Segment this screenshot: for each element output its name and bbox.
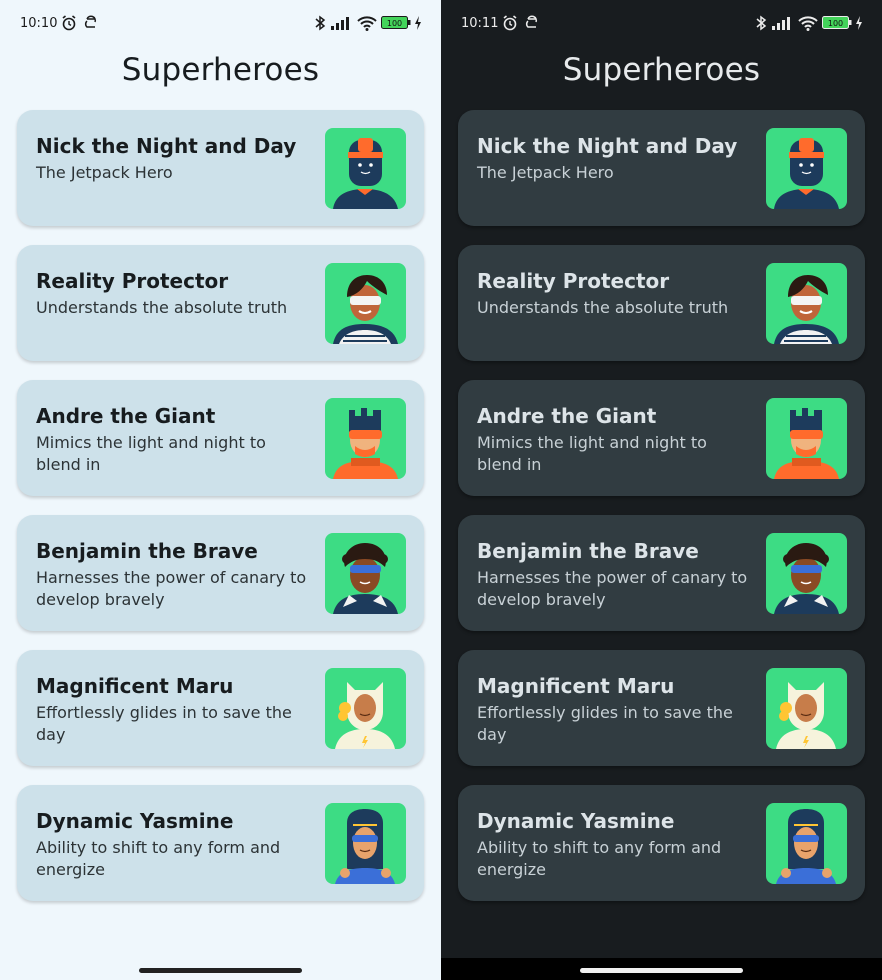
hero-name: Reality Protector	[36, 269, 229, 293]
wifi-icon	[798, 16, 818, 31]
light-theme-screen: 10:10 100 Superheroes Nick the Night and…	[0, 0, 441, 980]
hero-name: Reality Protector	[477, 269, 670, 293]
jetpack-hero-avatar	[325, 128, 406, 209]
status-time: 10:10	[20, 16, 58, 31]
hero-list[interactable]: Nick the Night and Day The Jetpack Hero …	[458, 110, 865, 920]
status-time: 10:11	[461, 16, 499, 31]
reality-protector-avatar	[325, 263, 406, 344]
hero-card[interactable]: Benjamin the Brave Harnesses the power o…	[458, 515, 865, 631]
hero-card[interactable]: Magnificent Maru Effortlessly glides in …	[458, 650, 865, 766]
hero-card[interactable]: Dynamic Yasmine Ability to shift to any …	[458, 785, 865, 901]
hero-card[interactable]: Andre the Giant Mimics the light and nig…	[17, 380, 424, 496]
hero-description: Effortlessly glides in to save the day	[36, 703, 292, 744]
hero-description: The Jetpack Hero	[477, 163, 614, 182]
alarm-icon	[503, 15, 517, 31]
hero-description: Ability to shift to any form and energiz…	[477, 838, 722, 879]
sync-icon	[84, 15, 97, 28]
hero-card[interactable]: Magnificent Maru Effortlessly glides in …	[17, 650, 424, 766]
magnificent-maru-avatar	[766, 668, 847, 749]
hero-card[interactable]: Nick the Night and Day The Jetpack Hero	[17, 110, 424, 226]
gesture-navigation-handle[interactable]	[580, 968, 743, 973]
app-title: Superheroes	[121, 52, 320, 88]
hero-card[interactable]: Andre the Giant Mimics the light and nig…	[458, 380, 865, 496]
app-title: Superheroes	[562, 52, 761, 88]
bluetooth-icon	[756, 15, 767, 31]
alarm-icon	[62, 15, 76, 31]
jetpack-hero-avatar	[766, 128, 847, 209]
dark-theme-screen: 10:11 100 Superheroes Nick the Night and…	[441, 0, 882, 980]
hero-description: Harnesses the power of canary to develop…	[477, 568, 748, 609]
hero-card[interactable]: Nick the Night and Day The Jetpack Hero	[458, 110, 865, 226]
magnificent-maru-avatar	[325, 668, 406, 749]
hero-description: The Jetpack Hero	[36, 163, 173, 182]
svg-text:100: 100	[387, 19, 402, 28]
hero-description: Effortlessly glides in to save the day	[477, 703, 733, 744]
bluetooth-icon	[315, 15, 326, 31]
battery-icon: 100	[381, 16, 411, 29]
hero-card[interactable]: Reality Protector Understands the absolu…	[17, 245, 424, 361]
hero-card[interactable]: Dynamic Yasmine Ability to shift to any …	[17, 785, 424, 901]
benjamin-brave-avatar	[766, 533, 847, 614]
hero-name: Dynamic Yasmine	[36, 809, 234, 833]
hero-description: Understands the absolute truth	[36, 298, 288, 317]
hero-description: Ability to shift to any form and energiz…	[36, 838, 281, 879]
hero-name: Magnificent Maru	[477, 674, 675, 698]
hero-description: Understands the absolute truth	[477, 298, 729, 317]
hero-name: Andre the Giant	[477, 404, 657, 428]
wifi-icon	[357, 16, 377, 31]
andre-giant-avatar	[325, 398, 406, 479]
status-bar: 10:10 100	[0, 0, 441, 48]
hero-description: Harnesses the power of canary to develop…	[36, 568, 307, 609]
charging-icon	[415, 16, 421, 30]
sync-icon	[525, 15, 538, 28]
hero-description: Mimics the light and night to blend in	[36, 433, 266, 474]
hero-name: Magnificent Maru	[36, 674, 234, 698]
hero-name: Benjamin the Brave	[36, 539, 258, 563]
hero-name: Benjamin the Brave	[477, 539, 699, 563]
status-bar: 10:11 100	[441, 0, 882, 48]
signal-icon	[331, 17, 349, 30]
hero-card[interactable]: Benjamin the Brave Harnesses the power o…	[17, 515, 424, 631]
hero-list[interactable]: Nick the Night and Day The Jetpack Hero …	[17, 110, 424, 920]
charging-icon	[856, 16, 862, 30]
dynamic-yasmine-avatar	[325, 803, 406, 884]
benjamin-brave-avatar	[325, 533, 406, 614]
hero-description: Mimics the light and night to blend in	[477, 433, 707, 474]
dynamic-yasmine-avatar	[766, 803, 847, 884]
signal-icon	[772, 17, 790, 30]
svg-text:100: 100	[828, 19, 843, 28]
gesture-navigation-handle[interactable]	[139, 968, 302, 973]
andre-giant-avatar	[766, 398, 847, 479]
hero-name: Nick the Night and Day	[36, 134, 297, 158]
hero-name: Dynamic Yasmine	[477, 809, 675, 833]
hero-name: Nick the Night and Day	[477, 134, 738, 158]
reality-protector-avatar	[766, 263, 847, 344]
hero-name: Andre the Giant	[36, 404, 216, 428]
battery-icon: 100	[822, 16, 852, 29]
hero-card[interactable]: Reality Protector Understands the absolu…	[458, 245, 865, 361]
